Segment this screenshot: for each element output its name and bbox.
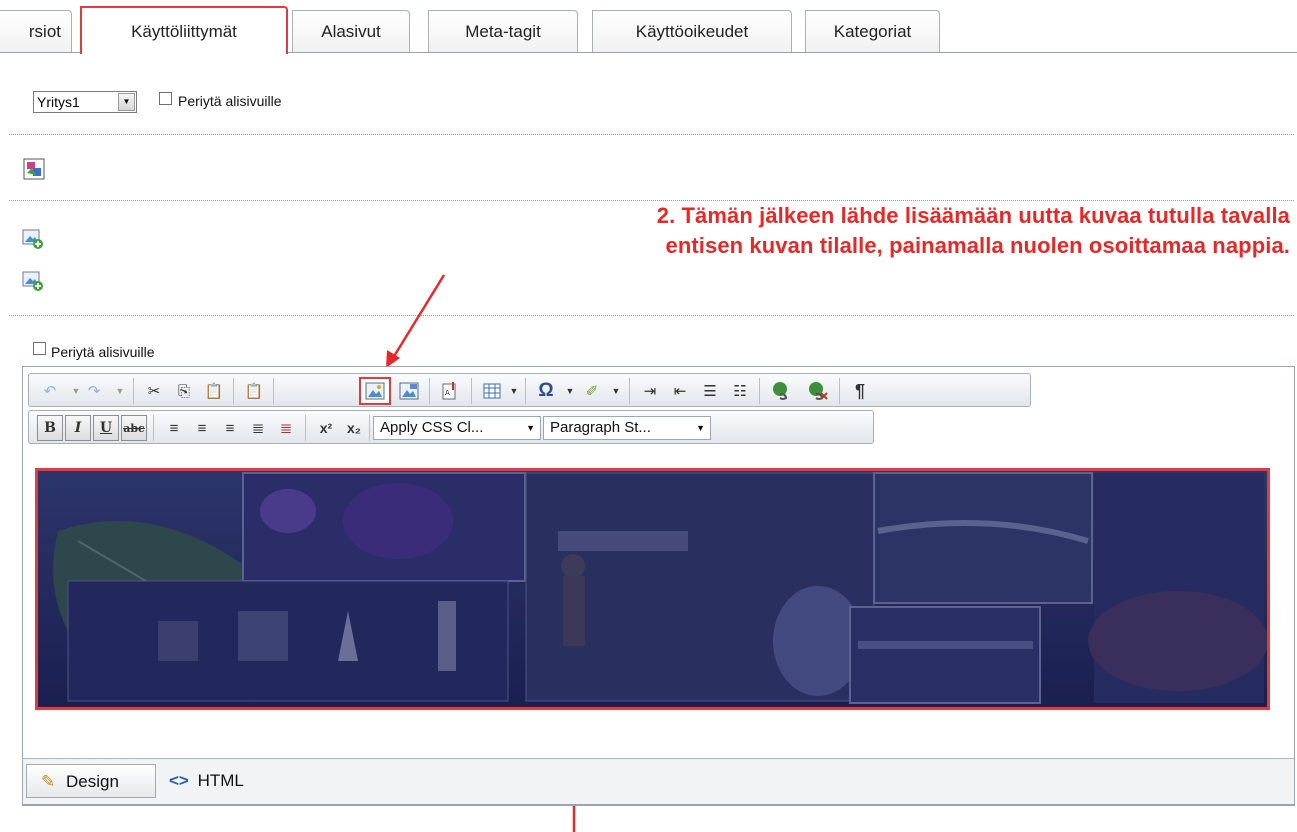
annotation-line-2: entisen kuvan tilalle, painamalla nuolen…	[665, 233, 1290, 258]
css-class-dropdown-value: Apply CSS Cl...	[380, 419, 484, 436]
paragraph-style-dropdown-value: Paragraph St...	[550, 419, 651, 436]
outdent-icon[interactable]: ⇤	[667, 378, 693, 404]
html-mode-tab[interactable]: <> HTML	[169, 764, 279, 798]
toolbar-row-1: ↶ ▼ ↷ ▼ ✂ ⎘ 📋 📋 A ▼ Ω ▼ ✐ ▼ ⇥ ⇤ ☰ ☷ ¶	[28, 373, 1031, 407]
separator	[133, 378, 134, 404]
align-center-icon[interactable]: ≡	[189, 415, 215, 441]
separator	[471, 378, 472, 404]
paragraph-style-dropdown[interactable]: Paragraph St... ▼	[543, 416, 711, 440]
tab-versiot[interactable]: rsiot	[0, 10, 72, 52]
tab-kayttoliittymat[interactable]: Käyttöliittymät	[80, 6, 288, 54]
tab-label: Käyttöoikeudet	[635, 22, 749, 41]
cut-icon[interactable]: ✂	[141, 378, 167, 404]
justify-icon[interactable]: ≣	[245, 415, 271, 441]
separator	[305, 415, 306, 441]
table-dropdown-icon[interactable]: ▼	[501, 378, 527, 404]
redo-dropdown-icon[interactable]: ▼	[107, 378, 133, 404]
paste-special-icon[interactable]: 📋	[241, 378, 267, 404]
align-right-icon[interactable]: ≡	[217, 415, 243, 441]
toolbar-row-2: B I U abc ≡ ≡ ≡ ≣ ≣ x² x₂ Apply CSS Cl..…	[28, 410, 874, 444]
remove-link-icon[interactable]	[805, 378, 831, 404]
numbered-list-icon[interactable]: ☰	[697, 378, 723, 404]
separator	[233, 378, 234, 404]
format-stripper-dropdown-icon[interactable]: ▼	[603, 378, 629, 404]
separator	[369, 415, 370, 441]
tab-label: Käyttöliittymät	[131, 22, 237, 41]
subscript-button[interactable]: x₂	[341, 415, 367, 441]
hyperlink-icon[interactable]	[769, 378, 795, 404]
chevron-down-icon: ▼	[696, 423, 705, 433]
separator	[429, 378, 430, 404]
chevron-down-icon[interactable]: ▼	[118, 93, 135, 111]
inherit-checkbox-top[interactable]	[159, 92, 172, 105]
tab-meta-tagit[interactable]: Meta-tagit	[428, 10, 578, 52]
bold-button[interactable]: B	[37, 415, 63, 441]
special-characters-icon[interactable]: Ω	[533, 378, 559, 404]
separator	[759, 378, 760, 404]
inherit-checkbox-editor[interactable]	[33, 342, 46, 355]
css-class-dropdown[interactable]: Apply CSS Cl... ▼	[373, 416, 541, 440]
bulleted-list-icon[interactable]: ☷	[727, 378, 753, 404]
superscript-button[interactable]: x²	[313, 415, 339, 441]
copy-icon[interactable]: ⎘	[171, 378, 197, 404]
separator	[525, 378, 526, 404]
chevron-down-icon: ▼	[526, 423, 535, 433]
inherit-label-editor: Periytä alisivuille	[51, 344, 155, 360]
show-paragraphs-icon[interactable]: ¶	[847, 378, 873, 404]
redo-icon[interactable]: ↷	[81, 378, 107, 404]
italic-button[interactable]: I	[65, 415, 91, 441]
tab-label: Alasivut	[321, 22, 381, 41]
tab-alasivut[interactable]: Alasivut	[292, 10, 410, 52]
separator	[273, 378, 274, 404]
divider	[9, 315, 1294, 316]
pencil-icon: ✎	[41, 772, 56, 791]
align-left-icon[interactable]: ≡	[161, 415, 187, 441]
image-map-icon[interactable]	[23, 158, 45, 180]
tab-label: Meta-tagit	[465, 22, 541, 41]
annotation-line-1: 2. Tämän jälkeen lähde lisäämään uutta k…	[656, 203, 1290, 228]
format-stripper-icon[interactable]: ✐	[579, 378, 605, 404]
code-icon: <>	[169, 771, 189, 790]
collage-image	[38, 471, 1267, 707]
arrow-line	[391, 274, 446, 359]
indent-icon[interactable]: ⇥	[637, 378, 663, 404]
separator	[153, 415, 154, 441]
separator	[629, 378, 630, 404]
paste-icon[interactable]: 📋	[201, 378, 227, 404]
add-image-icon[interactable]	[22, 270, 44, 292]
tab-kategoriat[interactable]: Kategoriat	[805, 10, 940, 52]
inherit-label-top: Periytä alisivuille	[178, 93, 282, 109]
design-mode-tab[interactable]: ✎ Design	[26, 764, 156, 798]
company-select-value: Yritys1	[37, 94, 80, 110]
tab-bar: rsiot Käyttöliittymät Alasivut Meta-tagi…	[0, 0, 1297, 54]
image-manager-button[interactable]	[359, 377, 391, 405]
svg-text:A: A	[445, 389, 450, 397]
design-mode-label: Design	[65, 772, 119, 791]
annotation-text: 2. Tämän jälkeen lähde lisäämään uutta k…	[380, 201, 1290, 261]
document-manager-icon[interactable]: A	[437, 378, 463, 404]
add-image-icon[interactable]	[22, 228, 44, 250]
tab-label: Kategoriat	[833, 22, 912, 41]
editor-mode-bar: ✎ Design <> HTML	[22, 758, 1295, 805]
image-map-editor-icon[interactable]	[396, 378, 422, 404]
strikethrough-button[interactable]: abc	[121, 415, 147, 441]
content-banner-image[interactable]	[35, 468, 1270, 710]
undo-icon[interactable]: ↶	[37, 378, 63, 404]
insert-image-icon	[365, 382, 385, 400]
divider	[9, 134, 1294, 135]
remove-alignment-icon[interactable]: ≣	[273, 415, 299, 441]
separator	[839, 378, 840, 404]
tab-label: rsiot	[28, 22, 61, 41]
underline-button[interactable]: U	[93, 415, 119, 441]
company-select[interactable]: Yritys1 ▼	[33, 91, 137, 113]
html-mode-label: HTML	[197, 771, 244, 790]
tab-kayttooikeudet[interactable]: Käyttöoikeudet	[592, 10, 792, 52]
